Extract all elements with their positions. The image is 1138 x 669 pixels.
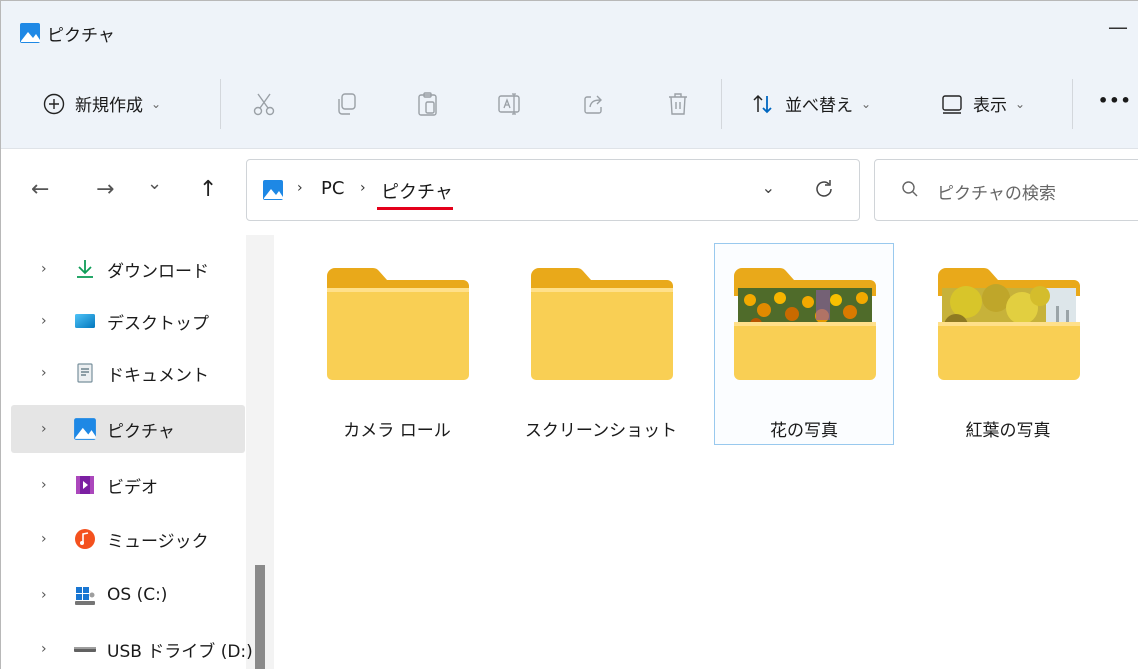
share-icon[interactable] bbox=[581, 91, 607, 117]
drive-icon bbox=[75, 587, 95, 605]
new-button[interactable]: 新規作成 ⌄ bbox=[43, 91, 161, 116]
add-circle-icon bbox=[43, 93, 65, 114]
chevron-down-icon: ⌄ bbox=[1015, 96, 1026, 111]
breadcrumb-separator: › bbox=[360, 180, 366, 196]
sidebar-item-label: ミュージック bbox=[107, 531, 209, 552]
videos-icon bbox=[76, 476, 94, 494]
more-options-button[interactable]: ••• bbox=[1098, 91, 1132, 110]
sidebar-item-label: OS (C:) bbox=[107, 585, 168, 605]
folder-name: スクリーンショット bbox=[524, 421, 678, 441]
sidebar-item-label: デスクトップ bbox=[107, 313, 209, 334]
folder-name: 紅葉の写真 bbox=[965, 421, 1051, 441]
folder-icon bbox=[531, 268, 673, 380]
folder-name: 花の写真 bbox=[770, 421, 838, 441]
sidebar-item-desktop[interactable]: › デスクトップ bbox=[11, 297, 245, 345]
folder-icon bbox=[327, 268, 469, 380]
music-icon bbox=[75, 529, 95, 549]
expand-icon[interactable]: › bbox=[41, 261, 47, 277]
view-button[interactable]: 表示 ⌄ bbox=[941, 91, 1025, 116]
rename-icon[interactable] bbox=[497, 91, 523, 117]
file-list: カメラ ロール スクリーンショット 花の写真 紅葉の写真 bbox=[277, 235, 1138, 669]
chevron-down-icon[interactable]: ⌄ bbox=[762, 178, 775, 197]
scrollbar-thumb[interactable] bbox=[255, 565, 265, 669]
toolbar-divider bbox=[220, 79, 221, 129]
delete-icon[interactable] bbox=[665, 91, 691, 117]
copy-icon[interactable] bbox=[333, 91, 359, 117]
sidebar-item-label: USB ドライブ (D:) bbox=[107, 641, 253, 662]
search-box[interactable]: ピクチャの検索 bbox=[874, 159, 1138, 221]
recent-locations-button[interactable]: ⌄ bbox=[147, 173, 162, 194]
minimize-button[interactable]: — bbox=[1108, 15, 1138, 45]
chevron-down-icon: ⌄ bbox=[861, 96, 872, 111]
sidebar-item-label: ピクチャ bbox=[107, 421, 175, 442]
search-placeholder: ピクチャの検索 bbox=[937, 184, 1056, 204]
folder-tile-autumn-leaves-photos[interactable]: 紅葉の写真 bbox=[918, 243, 1098, 445]
address-bar[interactable]: › PC › ピクチャ ⌄ bbox=[246, 159, 860, 221]
highlight-underline bbox=[377, 207, 453, 210]
navigation-bar: ← → ⌄ ↑ › PC › ピクチャ ⌄ ピクチャの検索 bbox=[1, 149, 1138, 235]
file-explorer-window: ピクチャ — 新規作成 ⌄ 並べ替え ⌄ 表示 ⌄ ••• ← → ⌄ ↑ › … bbox=[0, 0, 1138, 669]
folder-tile-flower-photos[interactable]: 花の写真 bbox=[714, 243, 894, 445]
sidebar-item-label: ビデオ bbox=[107, 477, 158, 498]
sidebar-item-os-drive[interactable]: › OS (C:) bbox=[11, 571, 245, 619]
breadcrumb-separator: › bbox=[297, 180, 303, 196]
folder-tile-screenshots[interactable]: スクリーンショット bbox=[511, 243, 691, 445]
pictures-icon bbox=[74, 418, 96, 440]
expand-icon[interactable]: › bbox=[41, 313, 47, 329]
up-button[interactable]: ↑ bbox=[199, 177, 217, 202]
sidebar-item-label: ダウンロード bbox=[107, 261, 209, 282]
folder-icon bbox=[938, 268, 1080, 380]
download-icon bbox=[77, 260, 93, 278]
sidebar-item-pictures[interactable]: › ピクチャ bbox=[11, 405, 245, 453]
expand-icon[interactable]: › bbox=[41, 365, 47, 381]
command-bar: 新規作成 ⌄ 並べ替え ⌄ 表示 ⌄ ••• bbox=[1, 61, 1138, 149]
sort-icon bbox=[753, 94, 772, 113]
documents-icon bbox=[77, 363, 93, 383]
expand-icon[interactable]: › bbox=[41, 587, 47, 603]
back-button[interactable]: ← bbox=[31, 177, 49, 202]
refresh-icon[interactable] bbox=[813, 178, 835, 200]
folder-tile-camera-roll[interactable]: カメラ ロール bbox=[307, 243, 487, 445]
navigation-pane: › ダウンロード › デスクトップ › ドキュメント › ピクチャ › ビデオ … bbox=[1, 235, 277, 669]
sort-label: 並べ替え bbox=[785, 96, 853, 116]
sidebar-item-videos[interactable]: › ビデオ bbox=[11, 461, 245, 509]
paste-icon[interactable] bbox=[415, 91, 441, 117]
usb-drive-icon bbox=[74, 647, 96, 652]
search-icon bbox=[902, 181, 918, 197]
sidebar-item-downloads[interactable]: › ダウンロード bbox=[11, 245, 245, 293]
view-icon bbox=[942, 94, 962, 114]
desktop-icon bbox=[75, 314, 95, 328]
title-bar: ピクチャ — bbox=[1, 1, 1138, 61]
chevron-down-icon: ⌄ bbox=[151, 96, 162, 111]
folder-icon bbox=[734, 268, 876, 380]
folder-name: カメラ ロール bbox=[343, 421, 451, 441]
sort-button[interactable]: 並べ替え ⌄ bbox=[751, 91, 871, 116]
pictures-icon bbox=[20, 23, 40, 43]
forward-button[interactable]: → bbox=[96, 177, 114, 202]
window-title: ピクチャ bbox=[47, 26, 115, 46]
breadcrumb-pictures[interactable]: ピクチャ bbox=[381, 178, 453, 204]
sidebar-item-music[interactable]: › ミュージック bbox=[11, 515, 245, 563]
sidebar-item-label: ドキュメント bbox=[107, 365, 209, 386]
sidebar-item-usb-drive[interactable]: › USB ドライブ (D:) bbox=[11, 625, 253, 669]
expand-icon[interactable]: › bbox=[41, 531, 47, 547]
pictures-icon bbox=[263, 180, 283, 200]
breadcrumb-pc[interactable]: PC bbox=[321, 178, 344, 199]
toolbar-divider bbox=[1072, 79, 1073, 129]
expand-icon[interactable]: › bbox=[41, 641, 47, 657]
view-label: 表示 bbox=[973, 96, 1007, 116]
expand-icon[interactable]: › bbox=[41, 421, 47, 437]
cut-icon[interactable] bbox=[251, 91, 277, 117]
sidebar-item-documents[interactable]: › ドキュメント bbox=[11, 349, 245, 397]
new-label: 新規作成 bbox=[75, 96, 143, 116]
toolbar-divider bbox=[721, 79, 722, 129]
expand-icon[interactable]: › bbox=[41, 477, 47, 493]
